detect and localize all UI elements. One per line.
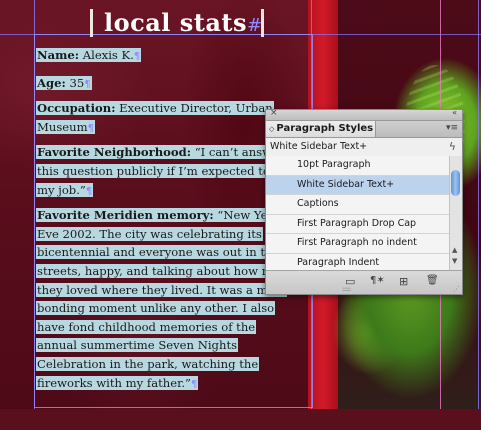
- stat-value: 35: [65, 75, 85, 90]
- new-style-from-selection-icon[interactable]: ϟ: [449, 138, 456, 156]
- panel-titlebar[interactable]: × «: [266, 108, 462, 121]
- paragraph-mark-icon: ¶: [87, 122, 94, 134]
- stat-value: Alexis K.: [79, 48, 134, 62]
- selected-text-highlight: Name: Alexis K.¶: [36, 48, 142, 62]
- current-style-label: White Sidebar Text+: [270, 141, 368, 152]
- scroll-up-icon[interactable]: ▲: [452, 246, 457, 254]
- stat-paragraph[interactable]: Favorite Meridien memory: “New Years Eve…: [36, 206, 296, 394]
- clear-overrides-icon[interactable]: ¶✶: [370, 275, 385, 286]
- grip-icon[interactable]: ::::::::: [342, 286, 351, 293]
- style-list[interactable]: 10pt Paragraph White Sidebar Text+ Caption…: [266, 156, 449, 270]
- stat-value: “New Years Eve 2002. The city was celebr…: [37, 208, 295, 390]
- page-heading[interactable]: local stats#: [104, 8, 262, 42]
- heading-rule-left: [90, 9, 93, 37]
- style-list-item[interactable]: First Paragraph no indent: [266, 234, 449, 254]
- current-style-field: White Sidebar Text+ ϟ: [266, 138, 462, 157]
- paragraph-styles-panel[interactable]: × « ◇ Paragraph Styles ▾≡ White Sidebar T…: [265, 108, 463, 295]
- scroll-down-icon[interactable]: ▼: [452, 257, 457, 265]
- bleed-guide-right[interactable]: [478, 0, 479, 409]
- scrollbar-thumb[interactable]: [451, 170, 460, 196]
- stat-label: Age:: [37, 75, 66, 90]
- paragraph-mark-icon: ¶: [84, 78, 91, 90]
- stat-label: Name:: [37, 48, 80, 62]
- stat-label: Favorite Neighborhood:: [37, 145, 192, 160]
- paragraph-mark-icon: ¶: [133, 51, 141, 62]
- selected-text-highlight: Favorite Meridien memory: “New Years Eve…: [36, 208, 296, 390]
- panel-footer: ▭ ¶✶ ⊞ 🗑 :::::::: ⋰: [266, 270, 462, 294]
- stat-label: Favorite Meridien memory:: [37, 208, 214, 223]
- collapse-icon[interactable]: «: [452, 108, 457, 117]
- style-list-item[interactable]: Captions: [266, 195, 449, 215]
- stat-label: Occupation:: [37, 101, 116, 116]
- new-style-icon[interactable]: ⊞: [399, 275, 408, 288]
- trash-icon[interactable]: 🗑: [426, 275, 439, 286]
- tab-expand-icon: ◇: [269, 125, 275, 133]
- end-of-story-marker: #: [247, 15, 263, 36]
- selected-text-highlight: Favorite Neighborhood: “I can’t answer t…: [36, 145, 289, 197]
- tab-paragraph-styles[interactable]: ◇ Paragraph Styles: [266, 121, 376, 137]
- stats-text-frame[interactable]: Name: Alexis K.¶ Age: 35¶ Occupation: Exec…: [36, 46, 296, 399]
- resize-icon[interactable]: ⋰: [453, 285, 460, 293]
- stat-paragraph[interactable]: Favorite Neighborhood: “I can’t answer t…: [36, 143, 296, 201]
- style-list-item[interactable]: 10pt Paragraph: [266, 156, 449, 176]
- stat-paragraph[interactable]: Age: 35¶: [36, 74, 296, 95]
- paragraph-mark-icon: ¶: [191, 378, 198, 390]
- paragraph-mark-icon: ¶: [85, 185, 93, 197]
- selected-text-highlight: Age: 35¶: [36, 75, 92, 90]
- panel-tab-row: ◇ Paragraph Styles ▾≡: [266, 121, 462, 138]
- close-icon[interactable]: ×: [270, 108, 278, 118]
- style-list-item[interactable]: White Sidebar Text+: [266, 175, 449, 196]
- panel-menu-icon[interactable]: ▾≡: [446, 123, 458, 133]
- style-list-item[interactable]: Paragraph Indent: [266, 254, 449, 270]
- stat-paragraph[interactable]: Occupation: Executive Director, Urban Mu…: [36, 99, 296, 138]
- selected-text-highlight: Occupation: Executive Director, Urban Mu…: [36, 101, 274, 134]
- tab-label: Paragraph Styles: [276, 123, 374, 134]
- style-list-item[interactable]: First Paragraph Drop Cap: [266, 215, 449, 235]
- stat-paragraph[interactable]: Name: Alexis K.¶: [36, 46, 296, 67]
- style-list-scrollbar[interactable]: ▲ ▼: [449, 156, 462, 270]
